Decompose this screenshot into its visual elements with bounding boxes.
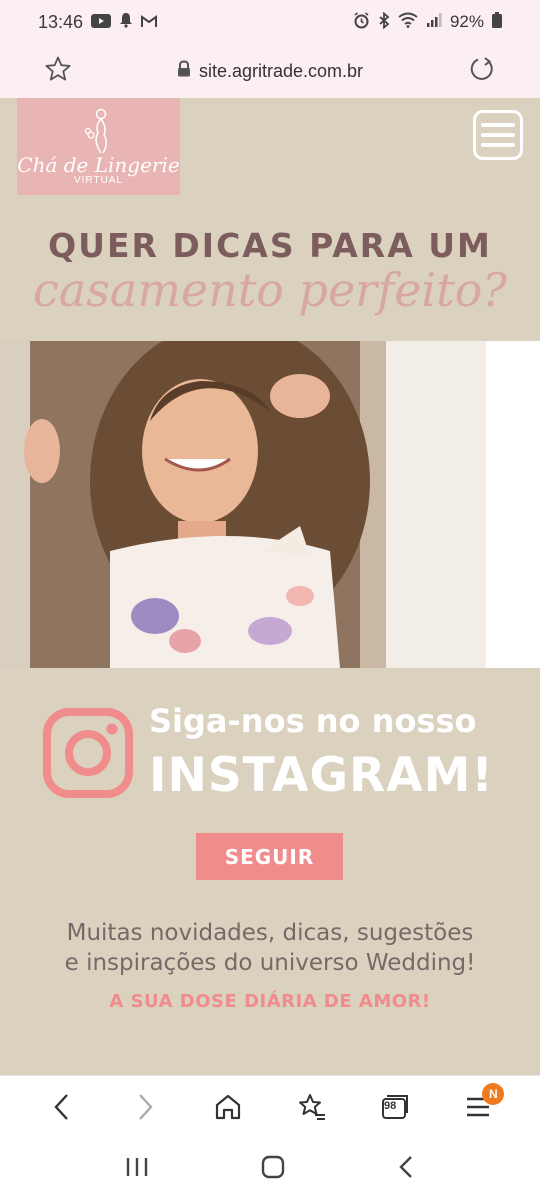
- back-nav-icon[interactable]: [397, 1155, 415, 1183]
- hero-photo: [0, 341, 540, 668]
- description-line-2: e inspirações do universo Wedding!: [64, 950, 476, 976]
- bookmarks-button[interactable]: [286, 1081, 338, 1133]
- hero-headline: QUER DICAS PARA UM: [48, 226, 492, 265]
- follow-text: Siga-nos no nosso: [149, 702, 477, 740]
- hero-script-line: casamento perfeito?: [33, 263, 507, 317]
- reload-icon[interactable]: [468, 55, 496, 87]
- battery-percent: 92%: [449, 12, 484, 31]
- browser-toolbar: 98 N: [0, 1075, 540, 1137]
- browser-url-bar: site.agritrade.com.br: [0, 44, 540, 98]
- back-button[interactable]: [36, 1081, 88, 1133]
- bookmark-star-icon: [298, 1093, 325, 1120]
- chevron-right-icon: [139, 1093, 153, 1120]
- status-left: 13:46: [38, 11, 158, 33]
- tabs-count: 98: [383, 1099, 397, 1112]
- hamburger-menu-icon[interactable]: [473, 110, 523, 160]
- bluetooth-icon: [378, 11, 390, 33]
- menu-badge: N: [482, 1082, 505, 1105]
- lock-icon: [177, 60, 191, 82]
- gmail-icon: [141, 13, 158, 32]
- instagram-heading: INSTAGRAM!: [149, 748, 494, 803]
- logo-name: Chá de Lingerie: [17, 153, 180, 177]
- battery-icon: [492, 12, 502, 32]
- youtube-icon: [91, 13, 112, 32]
- site-logo[interactable]: Chá de Lingerie VIRTUAL: [17, 98, 180, 195]
- bride-figure-icon: [84, 108, 107, 154]
- follow-button[interactable]: SEGUIR: [196, 833, 343, 880]
- wifi-icon: [398, 12, 418, 32]
- instagram-description: Muitas novidades, dicas, sugestões e ins…: [0, 918, 540, 978]
- description-line-1: Muitas novidades, dicas, sugestões: [66, 920, 474, 946]
- page-content: Chá de Lingerie VIRTUAL QUER DICAS PARA …: [0, 98, 540, 1075]
- url-text: site.agritrade.com.br: [198, 60, 364, 81]
- home-nav-icon[interactable]: [260, 1154, 286, 1184]
- signal-icon: [426, 12, 442, 32]
- forward-button[interactable]: [119, 1081, 171, 1133]
- status-time: 13:46: [38, 11, 84, 32]
- notification-bell-icon: [119, 12, 133, 32]
- home-button[interactable]: [202, 1081, 254, 1133]
- system-navigation: [0, 1137, 540, 1200]
- logo-subtitle: VIRTUAL: [73, 175, 124, 186]
- chevron-left-icon: [54, 1093, 68, 1120]
- instagram-icon[interactable]: [43, 708, 133, 798]
- tabs-button[interactable]: 98: [369, 1081, 421, 1133]
- address-field[interactable]: site.agritrade.com.br: [177, 60, 363, 82]
- status-right: 92%: [353, 11, 502, 33]
- browser-menu-button[interactable]: N: [452, 1081, 505, 1133]
- home-icon: [216, 1094, 241, 1119]
- favorite-star-icon[interactable]: [44, 55, 72, 87]
- recent-apps-icon[interactable]: [125, 1156, 149, 1182]
- alarm-icon: [353, 11, 370, 33]
- tagline: A SUA DOSE DIÁRIA DE AMOR!: [109, 991, 431, 1012]
- status-bar: 13:46 92%: [0, 0, 540, 44]
